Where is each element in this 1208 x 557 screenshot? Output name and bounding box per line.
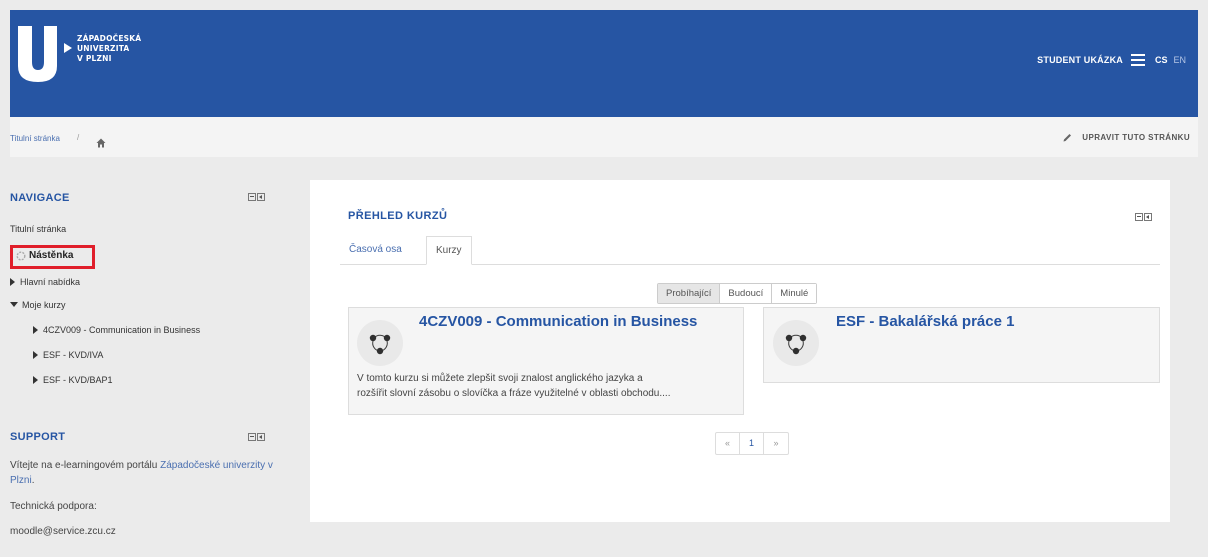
support-block-title: SUPPORT — [10, 431, 66, 443]
university-link[interactable]: Západočeské — [160, 460, 220, 471]
pager-next[interactable]: » — [764, 433, 788, 454]
language-en[interactable]: EN — [1173, 55, 1186, 65]
nav-item-course-2[interactable]: ESF - KVD/IVA — [33, 350, 103, 360]
navigation-block-controls[interactable] — [248, 193, 266, 202]
dock-icon[interactable] — [257, 193, 265, 201]
nav-item-course-1[interactable]: 4CZV009 - Communication in Business — [33, 325, 200, 335]
breadcrumb-separator: / — [77, 133, 80, 142]
support-email[interactable]: moodle@service.zcu.cz — [10, 524, 116, 539]
site-header: ZÁPADOČESKÁ UNIVERZITA V PLZNI STUDENT U… — [10, 10, 1198, 117]
minimize-icon[interactable] — [248, 193, 256, 201]
dock-icon[interactable] — [257, 433, 265, 441]
dock-icon[interactable] — [1144, 213, 1152, 221]
nav-item-moje-kurzy[interactable]: Moje kurzy — [10, 300, 66, 310]
nav-item-nastenka-label: Nástěnka — [29, 250, 74, 261]
pencil-icon — [1063, 134, 1072, 142]
minimize-icon[interactable] — [248, 433, 256, 441]
expanded-arrow-icon — [10, 302, 18, 307]
support-intro: Vítejte na e-learningovém portálu Západo… — [10, 460, 273, 486]
course-title[interactable]: ESF - Bakalářská práce 1 — [836, 313, 1014, 330]
course-overview-tabs: Časová osa Kurzy — [340, 236, 1160, 265]
home-icon[interactable] — [96, 138, 106, 148]
collapsed-arrow-icon — [33, 376, 38, 384]
breadcrumb-home-link[interactable]: Titulní stránka — [10, 134, 60, 143]
nav-item-course-3[interactable]: ESF - KVD/BAP1 — [33, 375, 113, 385]
course-network-icon — [369, 334, 391, 355]
tab-timeline[interactable]: Časová osa — [340, 236, 411, 265]
minimize-icon[interactable] — [1135, 213, 1143, 221]
course-card[interactable]: 4CZV009 - Communication in Business V to… — [348, 307, 744, 415]
course-icon — [773, 320, 819, 366]
nav-item-nastenka[interactable]: Nástěnka — [16, 250, 73, 261]
course-overview-title: PŘEHLED KURZŮ — [348, 210, 448, 222]
collapsed-arrow-icon — [10, 278, 15, 286]
collapsed-arrow-icon — [33, 351, 38, 359]
header-user-area: STUDENT UKÁZKA CS EN — [1037, 50, 1186, 70]
course-pagination: « 1 » — [715, 432, 789, 455]
nav-item-titulni[interactable]: Titulní stránka — [10, 224, 66, 234]
course-overview-controls[interactable] — [1135, 213, 1153, 222]
pager-prev[interactable]: « — [716, 433, 740, 454]
filter-past[interactable]: Minulé — [772, 284, 817, 303]
language-cs[interactable]: CS — [1155, 55, 1168, 65]
filter-future[interactable]: Budoucí — [720, 284, 773, 303]
university-logo-mark — [18, 26, 57, 82]
user-name[interactable]: STUDENT UKÁZKA — [1037, 55, 1123, 65]
course-card[interactable]: ESF - Bakalářská práce 1 — [763, 307, 1160, 383]
edit-page-button[interactable]: UPRAVIT TUTO STRÁNKU — [1063, 133, 1190, 142]
support-block-controls[interactable] — [248, 433, 266, 442]
course-overview-block: PŘEHLED KURZŮ Časová osa Kurzy Probíhají… — [310, 180, 1170, 522]
user-menu-icon[interactable] — [1130, 54, 1145, 66]
tab-courses[interactable]: Kurzy — [426, 236, 472, 265]
collapsed-arrow-icon — [33, 326, 38, 334]
edit-page-label: UPRAVIT TUTO STRÁNKU — [1082, 133, 1190, 142]
course-title[interactable]: 4CZV009 - Communication in Business — [419, 313, 697, 330]
course-filter-group: Probíhající Budoucí Minulé — [657, 283, 818, 304]
course-icon — [357, 320, 403, 366]
navigation-block-title: NAVIGACE — [10, 192, 70, 204]
university-logo[interactable]: ZÁPADOČESKÁ UNIVERZITA V PLZNI — [18, 26, 168, 82]
breadcrumb: Titulní stránka / UPRAVIT TUTO STRÁNKU — [10, 117, 1198, 157]
nav-item-nastenka-highlight: Nástěnka — [10, 245, 95, 269]
logo-arrow-icon — [64, 43, 72, 53]
pager-page-1[interactable]: 1 — [740, 433, 764, 454]
course-summary: V tomto kurzu si můžete zlepšit svoji zn… — [357, 373, 671, 399]
filter-in-progress[interactable]: Probíhající — [658, 284, 721, 303]
course-network-icon — [785, 334, 807, 355]
support-tech-label: Technická podpora: — [10, 501, 97, 512]
logo-text: ZÁPADOČESKÁ UNIVERZITA V PLZNI — [77, 34, 142, 63]
dashboard-icon — [16, 251, 26, 260]
nav-item-hlavni[interactable]: Hlavní nabídka — [10, 277, 80, 287]
